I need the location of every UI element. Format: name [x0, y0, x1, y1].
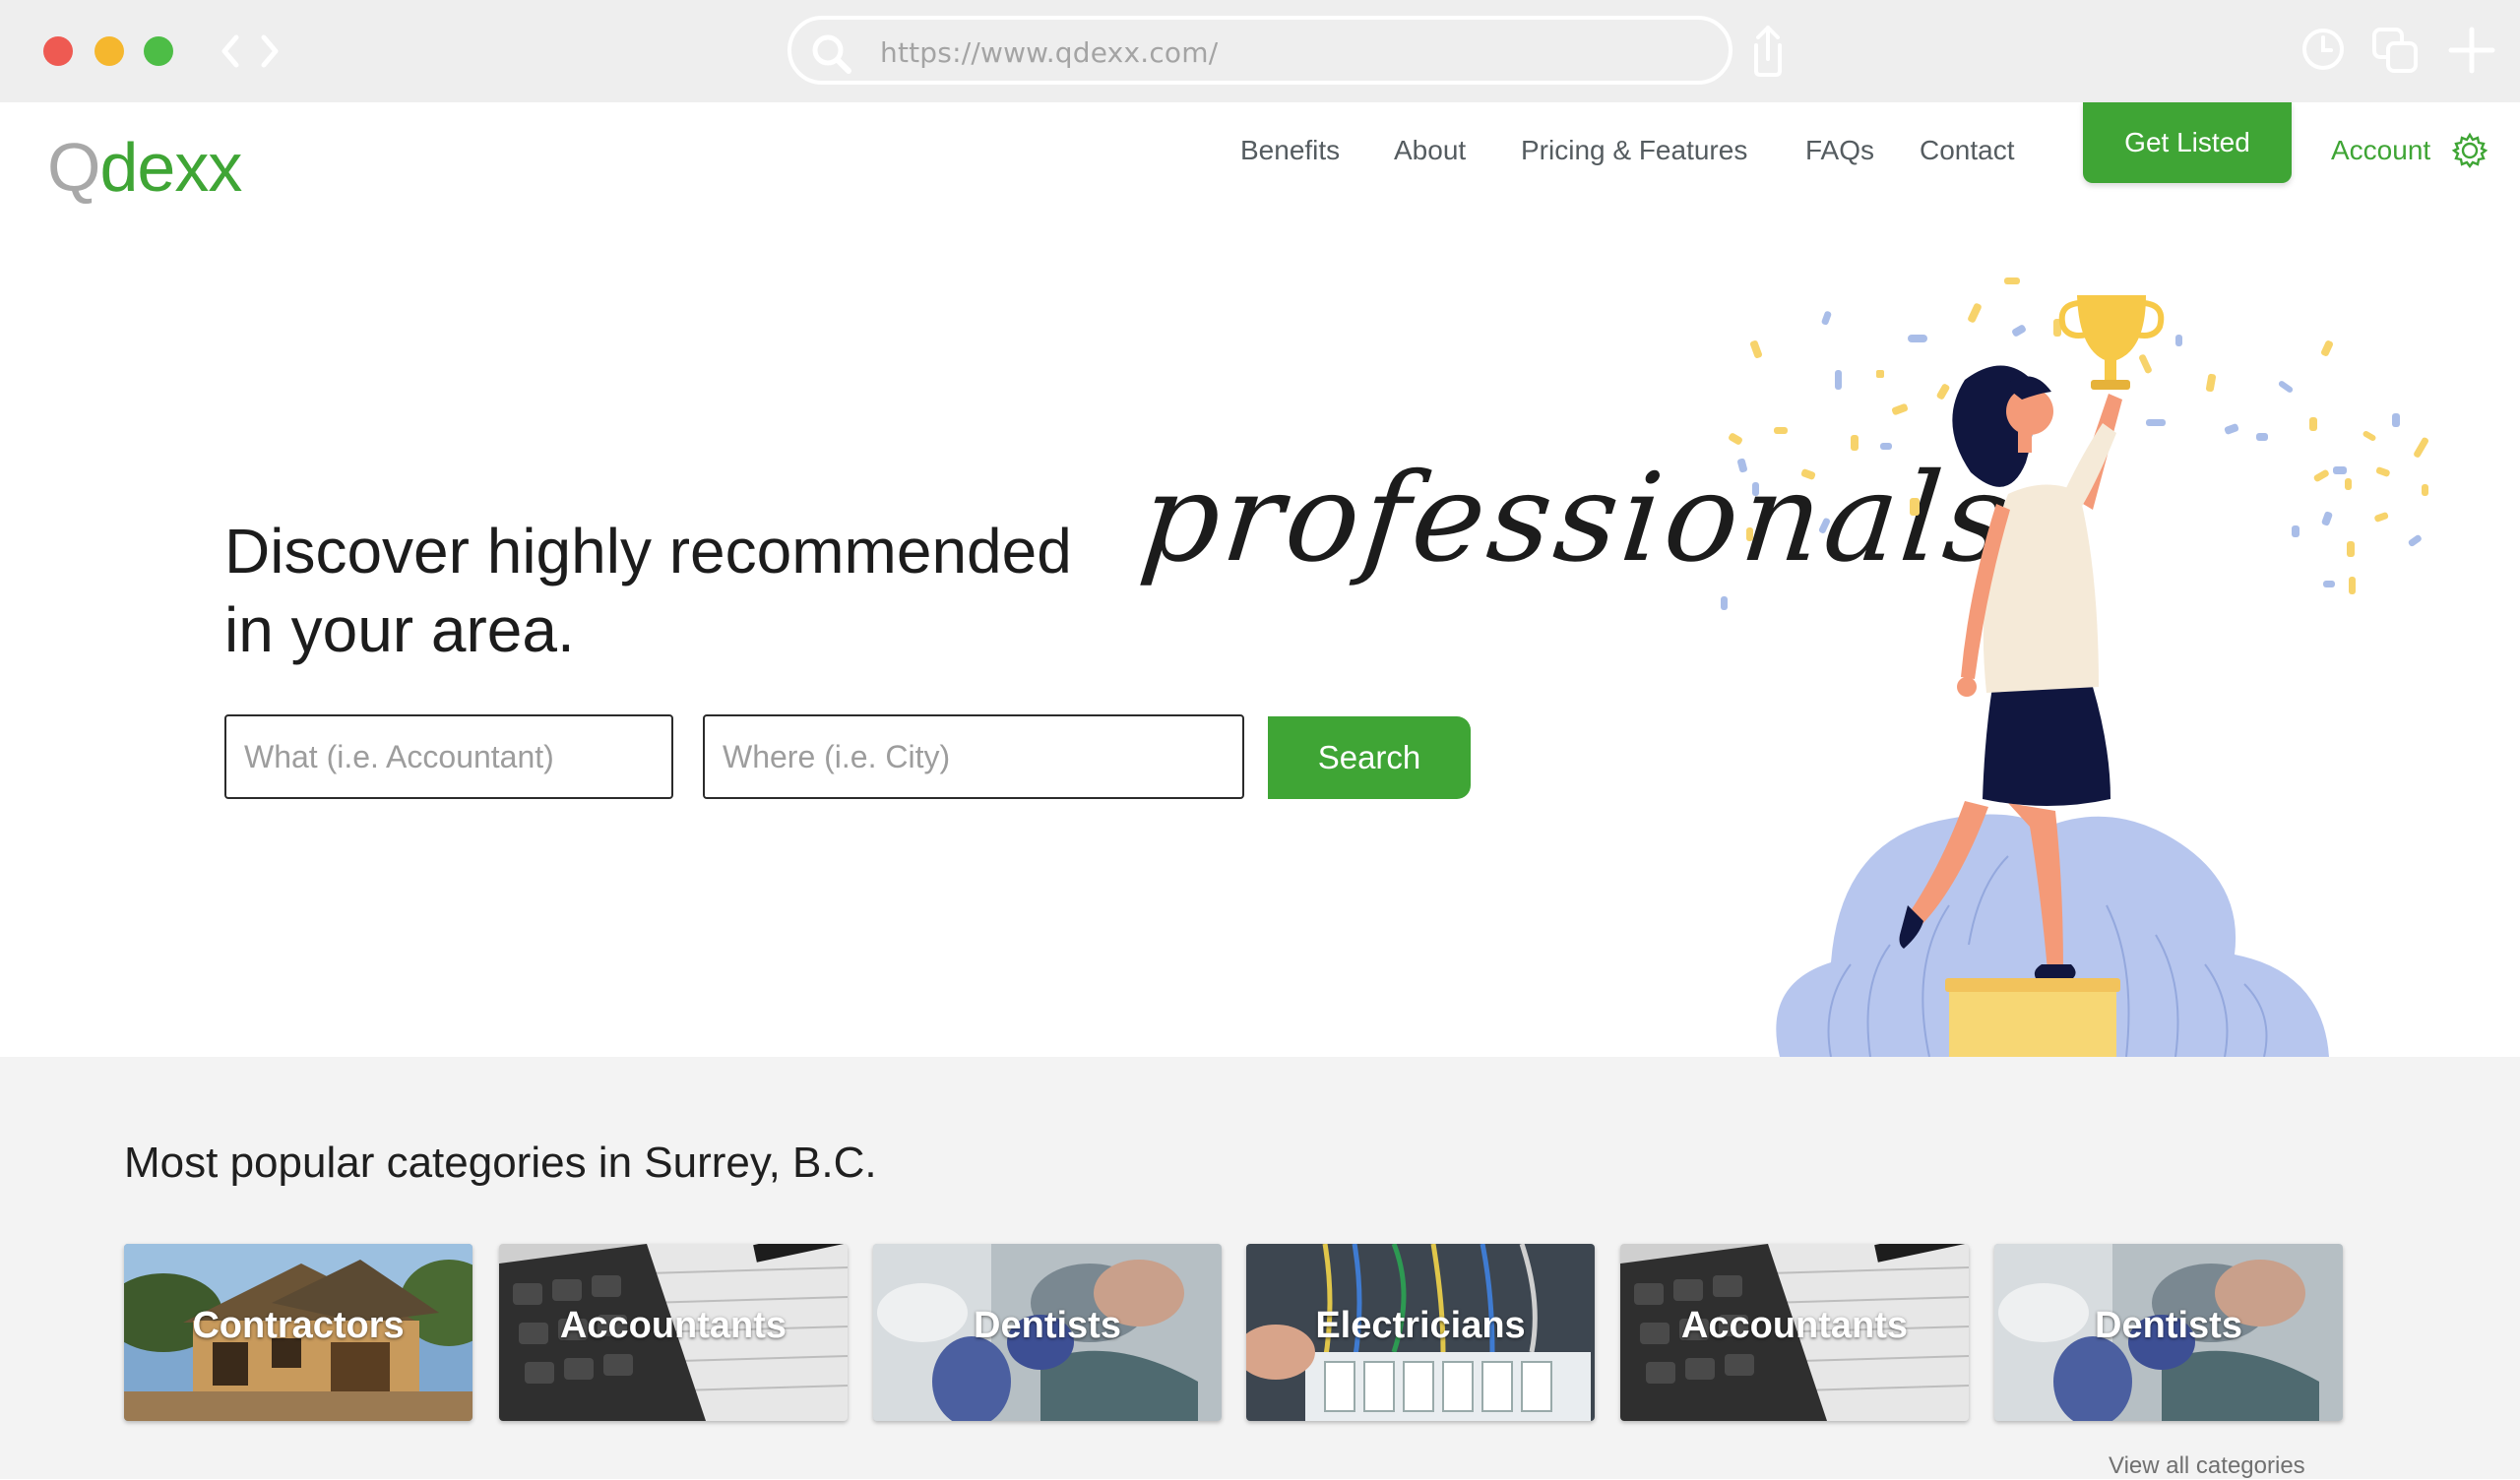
gear-icon[interactable] [2451, 132, 2488, 169]
category-tile-accountants[interactable]: Accountants [499, 1244, 848, 1421]
share-icon[interactable] [1748, 22, 1788, 79]
what-search-input[interactable] [224, 714, 673, 799]
category-tile-dentists[interactable]: Dentists [873, 1244, 1222, 1421]
new-tab-plus-icon[interactable] [2447, 26, 2496, 75]
back-forward-icon[interactable] [219, 30, 284, 73]
nav-link-benefits[interactable]: Benefits [1240, 134, 1340, 167]
hero-heading-line2: in your area. [224, 594, 575, 665]
browser-toolbar: https://www.qdexx.com/ [0, 0, 2520, 102]
address-bar[interactable]: https://www.qdexx.com/ [788, 16, 1732, 85]
category-tile-accountants-2[interactable]: Accountants [1620, 1244, 1969, 1421]
category-label: Dentists [2095, 1305, 2242, 1346]
category-tile-electricians[interactable]: Electricians [1246, 1244, 1595, 1421]
maximize-window-button[interactable] [144, 36, 173, 66]
trophy-icon [2058, 295, 2165, 390]
hero-heading-line1: Discover highly recommended [224, 516, 1072, 586]
view-all-categories-link[interactable]: View all categories [2109, 1452, 2305, 1480]
search-icon [812, 34, 851, 74]
category-label: Accountants [559, 1305, 788, 1346]
nav-link-faqs[interactable]: FAQs [1805, 134, 1874, 167]
categories-heading: Most popular categories in Surrey, B.C. [124, 1139, 877, 1187]
category-tile-dentists-2[interactable]: Dentists [1994, 1244, 2343, 1421]
tabs-overview-icon[interactable] [2370, 26, 2422, 77]
nav-link-contact[interactable]: Contact [1920, 134, 2015, 167]
podium [1949, 986, 2116, 1057]
nav-link-pricing-features[interactable]: Pricing & Features [1521, 134, 1747, 167]
category-tile-contractors[interactable]: Contractors [124, 1244, 472, 1421]
category-label: Electricians [1315, 1305, 1526, 1346]
qdexx-logo[interactable]: Qdexx [47, 126, 242, 209]
address-url[interactable]: https://www.qdexx.com/ [880, 36, 1218, 69]
search-button[interactable]: Search [1268, 716, 1471, 799]
account-link[interactable]: Account [2331, 134, 2430, 167]
category-label: Dentists [974, 1305, 1121, 1346]
nav-link-about[interactable]: About [1394, 134, 1466, 167]
category-label: Accountants [1680, 1305, 1909, 1346]
history-clock-icon[interactable] [2300, 26, 2347, 73]
trophy-winner-illustration [1721, 278, 2428, 1057]
get-listed-button[interactable]: Get Listed [2083, 102, 2292, 183]
category-label: Contractors [192, 1305, 405, 1346]
where-search-input[interactable] [703, 714, 1244, 799]
close-window-button[interactable] [43, 36, 73, 66]
minimize-window-button[interactable] [94, 36, 124, 66]
